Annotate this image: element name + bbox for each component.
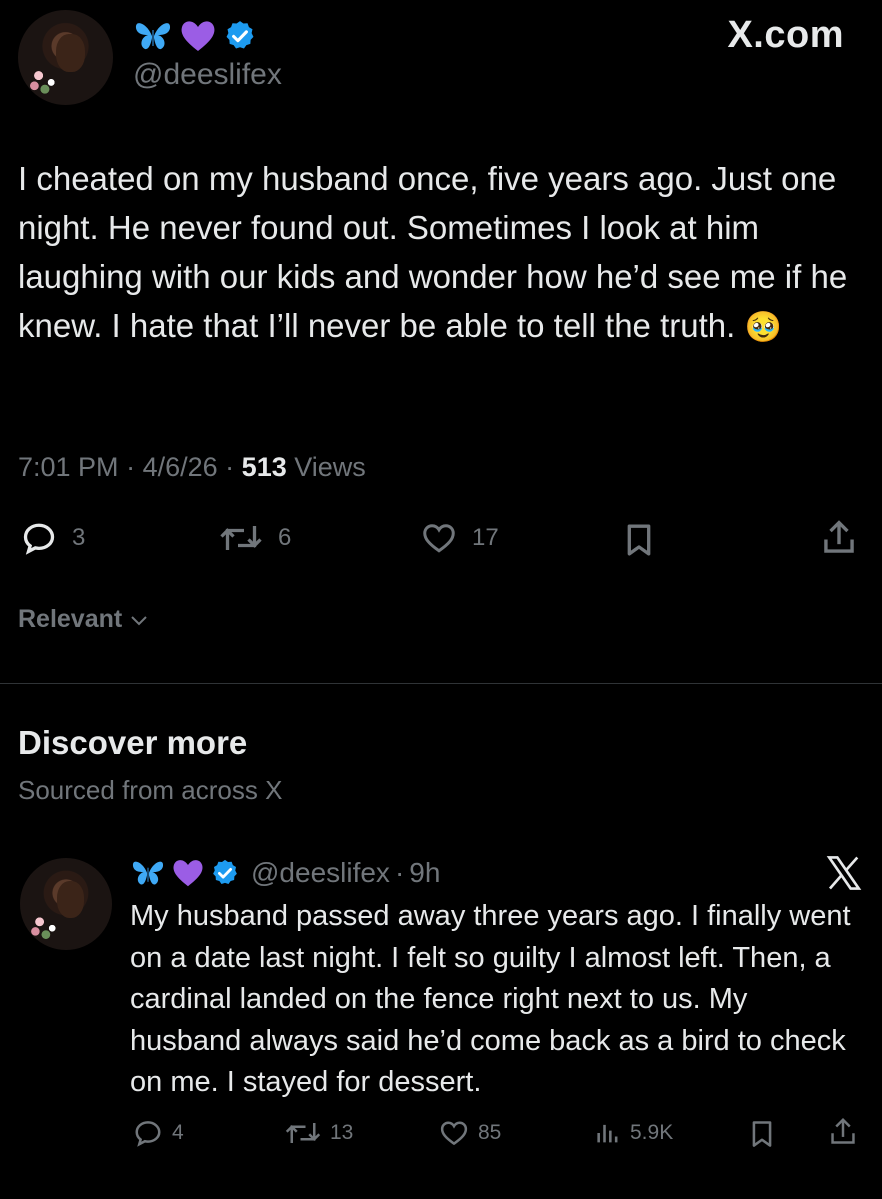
post-text-body: I cheated on my husband once, five years… bbox=[18, 160, 848, 344]
butterfly-icon bbox=[130, 858, 166, 888]
reply-count: 4 bbox=[172, 1121, 184, 1144]
section-subtitle: Sourced from across X bbox=[18, 775, 283, 805]
chevron-down-icon bbox=[130, 613, 148, 627]
purple-heart-icon bbox=[171, 858, 205, 888]
user-handle[interactable]: @deeslifex bbox=[251, 857, 390, 889]
pleading-face-emoji: 🥹 bbox=[744, 311, 782, 344]
views-label: Views bbox=[294, 452, 366, 482]
like-button[interactable]: 17 bbox=[420, 520, 499, 556]
share-icon bbox=[831, 1117, 855, 1144]
share-button[interactable] bbox=[828, 1116, 858, 1148]
reply-icon bbox=[132, 1118, 164, 1148]
second-post-header: @deeslifex · 9h bbox=[130, 852, 440, 894]
like-count: 17 bbox=[472, 524, 499, 551]
post-text: I cheated on my husband once, five years… bbox=[18, 154, 868, 352]
post-time[interactable]: 9h bbox=[409, 857, 440, 889]
second-post-text: My husband passed away three years ago. … bbox=[130, 900, 851, 1098]
avatar[interactable] bbox=[20, 858, 112, 950]
post-time[interactable]: 7:01 PM bbox=[18, 452, 119, 482]
purple-heart-icon bbox=[179, 19, 217, 53]
butterfly-icon bbox=[133, 19, 173, 53]
x-logo-icon[interactable] bbox=[826, 856, 862, 890]
reply-count: 3 bbox=[72, 524, 86, 551]
divider bbox=[0, 683, 882, 684]
bookmark-icon bbox=[752, 1121, 772, 1147]
verified-badge-icon bbox=[210, 858, 240, 888]
repost-icon bbox=[284, 1118, 322, 1148]
user-handle[interactable]: @deeslifex bbox=[133, 58, 282, 92]
share-icon bbox=[824, 520, 854, 553]
bookmark-button[interactable] bbox=[748, 1119, 776, 1149]
meta-separator: · bbox=[225, 452, 242, 482]
views-count: 5.9K bbox=[630, 1121, 674, 1144]
post-date[interactable]: 4/6/26 bbox=[143, 452, 218, 482]
views-button[interactable]: 5.9K bbox=[594, 1118, 673, 1148]
repost-count: 6 bbox=[278, 524, 292, 551]
brand-label: X.com bbox=[727, 14, 844, 56]
repost-count: 13 bbox=[330, 1121, 354, 1144]
avatar[interactable] bbox=[18, 10, 113, 105]
bookmark-icon bbox=[627, 524, 651, 556]
post-meta: 7:01 PM · 4/6/26 · 513 Views bbox=[18, 452, 366, 483]
like-button[interactable]: 85 bbox=[438, 1118, 501, 1148]
views-count: 513 bbox=[241, 452, 287, 482]
heart-icon bbox=[420, 520, 458, 556]
share-button[interactable] bbox=[820, 518, 858, 558]
repost-icon bbox=[218, 520, 264, 556]
repost-button[interactable]: 6 bbox=[218, 520, 291, 556]
sort-label: Relevant bbox=[18, 605, 123, 633]
heart-icon bbox=[438, 1118, 470, 1148]
bookmark-button[interactable] bbox=[622, 522, 656, 558]
repost-button[interactable]: 13 bbox=[284, 1118, 353, 1148]
section-title: Discover more bbox=[18, 724, 248, 761]
reply-button[interactable]: 3 bbox=[20, 520, 85, 556]
like-count: 85 bbox=[478, 1121, 502, 1144]
verified-badge-icon bbox=[223, 19, 257, 53]
meta-separator: · bbox=[126, 452, 143, 482]
sort-dropdown[interactable]: Relevant bbox=[18, 605, 148, 634]
analytics-icon bbox=[594, 1118, 622, 1148]
meta-separator: · bbox=[394, 857, 405, 888]
reply-icon bbox=[20, 520, 58, 556]
display-name[interactable] bbox=[133, 16, 257, 56]
reply-button[interactable]: 4 bbox=[132, 1118, 184, 1148]
